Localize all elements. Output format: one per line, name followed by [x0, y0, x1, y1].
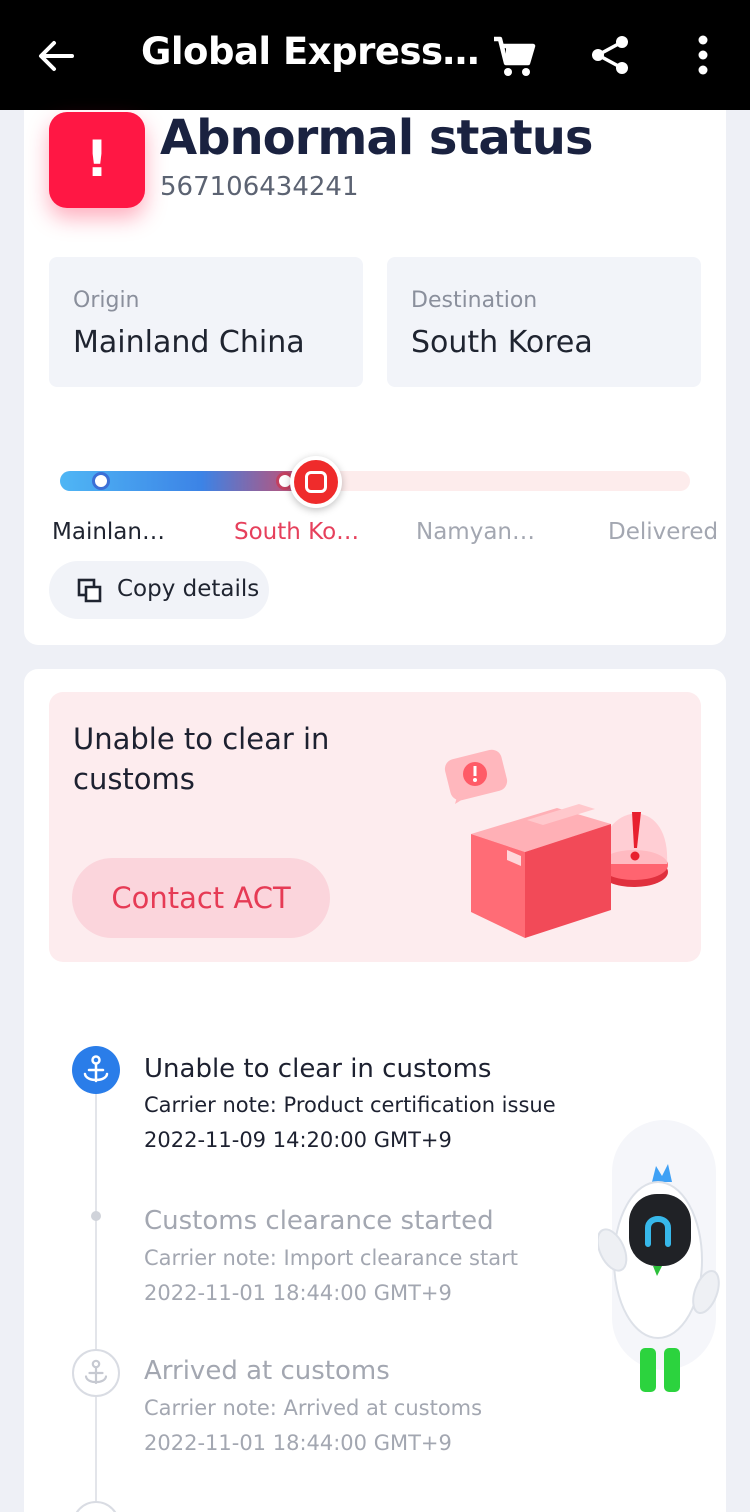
- status-title: Abnormal status: [160, 110, 593, 166]
- problem-package-illustration: [444, 749, 668, 938]
- copy-details-button[interactable]: Copy details: [49, 561, 269, 619]
- event-note: Carrier note: Product certification issu…: [144, 1093, 556, 1117]
- destination-value: South Korea: [411, 325, 593, 360]
- event-title: Arrived at customs: [144, 1356, 390, 1386]
- event-time: 2022-11-01 18:44:00 GMT+9: [144, 1281, 452, 1305]
- more-options-icon[interactable]: [688, 33, 718, 77]
- progress-step-dot: [92, 472, 110, 490]
- page-title: Global Express…: [141, 30, 480, 73]
- exception-message: Unable to clear in customs: [73, 722, 330, 796]
- stage-label: Delivered: [608, 519, 719, 545]
- origin-label: Origin: [73, 288, 140, 313]
- event-title: Unable to clear in customs: [144, 1054, 492, 1084]
- anchor-icon: [72, 1349, 120, 1397]
- stage-label: Namyan…: [416, 519, 535, 545]
- stage-label: Mainlan…: [52, 519, 165, 545]
- timeline-next-icon: [72, 1501, 120, 1512]
- copy-icon: [77, 578, 102, 603]
- event-note: Carrier note: Arrived at customs: [144, 1396, 483, 1420]
- event-note: Carrier note: Import clearance start: [144, 1246, 518, 1270]
- origin-value: Mainland China: [73, 325, 305, 360]
- timeline-dot: [91, 1211, 101, 1221]
- event-title: Customs clearance started: [144, 1206, 494, 1236]
- stage-label-current: South Ko…: [234, 519, 360, 545]
- timeline-line: [95, 1071, 97, 1512]
- contact-carrier-button[interactable]: Contact ACT: [72, 858, 330, 938]
- alert-icon: !: [49, 112, 145, 208]
- shopping-cart-icon[interactable]: [490, 32, 538, 80]
- exception-panel: Unable to clear in customs Contact ACT: [49, 692, 701, 962]
- share-icon[interactable]: [588, 33, 632, 77]
- current-location-marker: [290, 456, 342, 508]
- anchor-icon: [72, 1046, 120, 1094]
- app-bar: Global Express…: [0, 0, 750, 110]
- assistant-mascot-icon[interactable]: [598, 1120, 722, 1400]
- event-time: 2022-11-01 18:44:00 GMT+9: [144, 1431, 452, 1455]
- back-arrow-icon[interactable]: [34, 34, 78, 78]
- tracking-number[interactable]: 567106434241: [160, 172, 359, 202]
- copy-details-label: Copy details: [117, 576, 260, 602]
- origin-box: Origin Mainland China: [49, 257, 363, 387]
- event-time: 2022-11-09 14:20:00 GMT+9: [144, 1128, 452, 1152]
- destination-label: Destination: [411, 288, 538, 313]
- status-card: ! Abnormal status 567106434241 Origin Ma…: [24, 110, 726, 645]
- destination-box: Destination South Korea: [387, 257, 701, 387]
